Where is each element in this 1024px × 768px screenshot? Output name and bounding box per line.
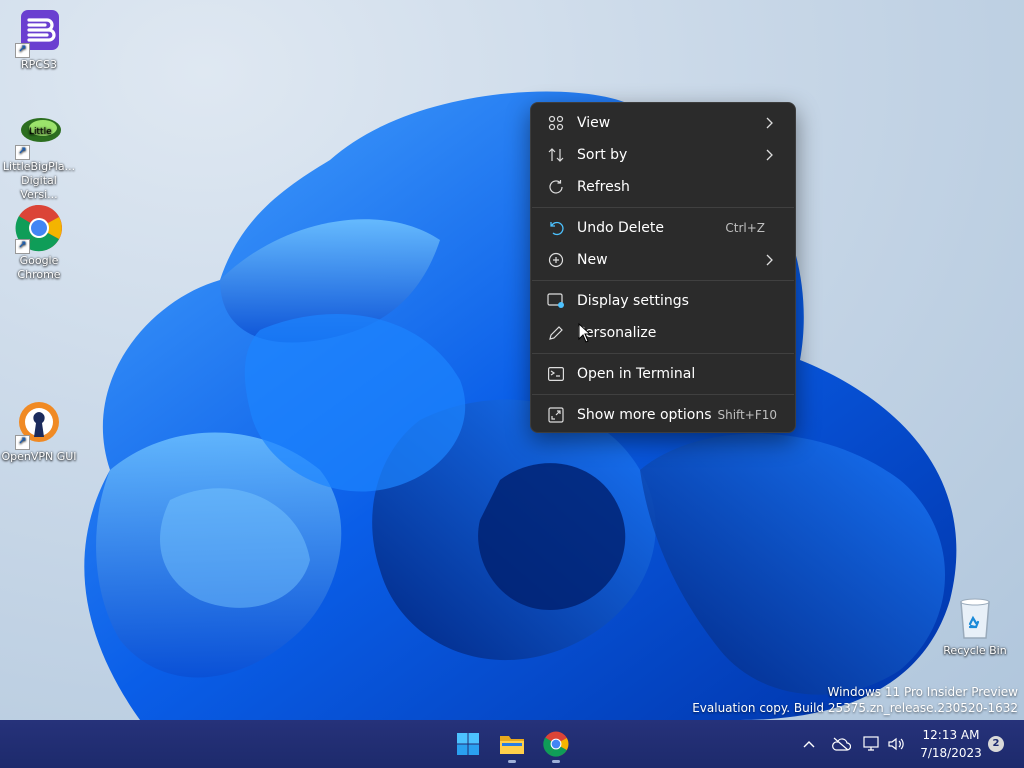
- watermark-build: Evaluation copy. Build 25375.zn_release.…: [692, 701, 1018, 715]
- desktop[interactable]: ↗ RPCS3 Little ↗ LittleBigPla... Digital…: [0, 0, 1024, 720]
- menu-separator: [532, 280, 794, 281]
- desktop-icon-label: Recycle Bin: [943, 644, 1007, 657]
- expand-icon: [546, 405, 566, 425]
- rpcs3-icon: ↗: [15, 8, 63, 58]
- desktop-icon-label: RPCS3: [21, 58, 57, 71]
- grid-icon: [546, 113, 566, 133]
- chevron-right-icon: [765, 116, 775, 130]
- menu-item-label: Open in Terminal: [577, 366, 696, 382]
- shortcut-arrow-icon: ↗: [15, 239, 30, 254]
- onedrive-tray-button[interactable]: [828, 720, 854, 768]
- pen-icon: [546, 323, 566, 343]
- desktop-context-menu: View Sort by Refresh Undo Delete Ctrl+Z …: [530, 102, 796, 433]
- watermark-edition: Windows 11 Pro Insider Preview: [827, 685, 1018, 699]
- menu-item-shortcut: Ctrl+Z: [725, 221, 765, 235]
- chevron-right-icon: [765, 148, 775, 162]
- shortcut-arrow-icon: ↗: [15, 145, 30, 160]
- taskbar: 12:13 AM 7/18/2023: [0, 720, 1024, 768]
- menu-item-label: Personalize: [577, 325, 657, 341]
- menu-separator: [532, 353, 794, 354]
- menu-item-new[interactable]: New: [535, 245, 791, 275]
- notification-count-badge[interactable]: 2: [988, 736, 1004, 752]
- menu-item-label: Display settings: [577, 293, 689, 309]
- undo-icon: [546, 218, 566, 238]
- running-indicator: [508, 760, 516, 763]
- desktop-icon-google-chrome[interactable]: ↗ Google Chrome: [1, 204, 77, 282]
- recycle-bin-icon: [951, 594, 999, 642]
- chevron-right-icon: [765, 253, 775, 267]
- start-icon: [457, 733, 479, 755]
- menu-item-open-in-terminal[interactable]: Open in Terminal: [535, 359, 791, 389]
- menu-item-label: View: [577, 115, 611, 131]
- svg-text:Little: Little: [29, 127, 52, 137]
- taskbar-chrome[interactable]: [536, 724, 576, 764]
- menu-item-undo-delete[interactable]: Undo Delete Ctrl+Z: [535, 213, 791, 243]
- desktop-icon-openvpn-gui[interactable]: ↗ OpenVPN GUI: [1, 400, 77, 464]
- littlebigplanet-icon: Little ↗: [15, 110, 63, 160]
- openvpn-icon: ↗: [15, 400, 63, 450]
- running-indicator: [552, 760, 560, 763]
- speaker-icon: [888, 737, 904, 751]
- clock-time: 12:13 AM: [922, 728, 980, 742]
- sort-icon: [546, 145, 566, 165]
- display-icon: [546, 291, 566, 311]
- plus-circle-icon: [546, 250, 566, 270]
- menu-separator: [532, 207, 794, 208]
- desktop-icon-label: OpenVPN GUI: [1, 450, 77, 463]
- file-explorer-icon: [500, 736, 524, 754]
- menu-item-label: Refresh: [577, 179, 630, 195]
- mouse-cursor-icon: [578, 323, 592, 343]
- menu-item-view[interactable]: View: [535, 108, 791, 138]
- desktop-icon-label: Google Chrome: [17, 254, 61, 281]
- chevron-up-icon: [803, 741, 815, 748]
- menu-item-display-settings[interactable]: Display settings: [535, 286, 791, 316]
- network-tray-button[interactable]: [860, 720, 884, 768]
- shortcut-arrow-icon: ↗: [15, 43, 30, 58]
- desktop-icon-littlebigplanet[interactable]: Little ↗ LittleBigPla... Digital Versi..…: [1, 110, 77, 202]
- start-button[interactable]: [448, 724, 488, 764]
- taskbar-file-explorer[interactable]: [492, 724, 532, 764]
- show-hidden-icons-button[interactable]: [798, 720, 820, 768]
- wallpaper-bloom: [84, 91, 957, 720]
- menu-item-refresh[interactable]: Refresh: [535, 172, 791, 202]
- menu-item-shortcut: Shift+F10: [717, 408, 777, 422]
- clock-button[interactable]: 12:13 AM 7/18/2023: [912, 726, 990, 762]
- desktop-icon-rpcs3[interactable]: ↗ RPCS3: [1, 8, 77, 72]
- menu-item-label: Undo Delete: [577, 220, 665, 236]
- volume-tray-button[interactable]: [884, 720, 908, 768]
- cloud-offline-icon: [832, 737, 851, 751]
- menu-item-personalize[interactable]: Personalize: [535, 318, 791, 348]
- chrome-icon: ↗: [15, 204, 63, 254]
- chrome-icon: [543, 731, 569, 757]
- menu-item-label: Sort by: [577, 147, 628, 163]
- menu-item-label: Show more options: [577, 407, 712, 423]
- menu-item-show-more-options[interactable]: Show more options Shift+F10: [535, 400, 791, 430]
- menu-item-label: New: [577, 252, 608, 268]
- terminal-icon: [546, 364, 566, 384]
- menu-separator: [532, 394, 794, 395]
- menu-item-sort-by[interactable]: Sort by: [535, 140, 791, 170]
- shortcut-arrow-icon: ↗: [15, 435, 30, 450]
- refresh-icon: [546, 177, 566, 197]
- desktop-icon-recycle-bin[interactable]: Recycle Bin: [937, 594, 1013, 658]
- desktop-icon-label: LittleBigPla... Digital Versi...: [2, 160, 76, 201]
- network-icon: [863, 736, 879, 751]
- clock-date: 7/18/2023: [920, 746, 982, 760]
